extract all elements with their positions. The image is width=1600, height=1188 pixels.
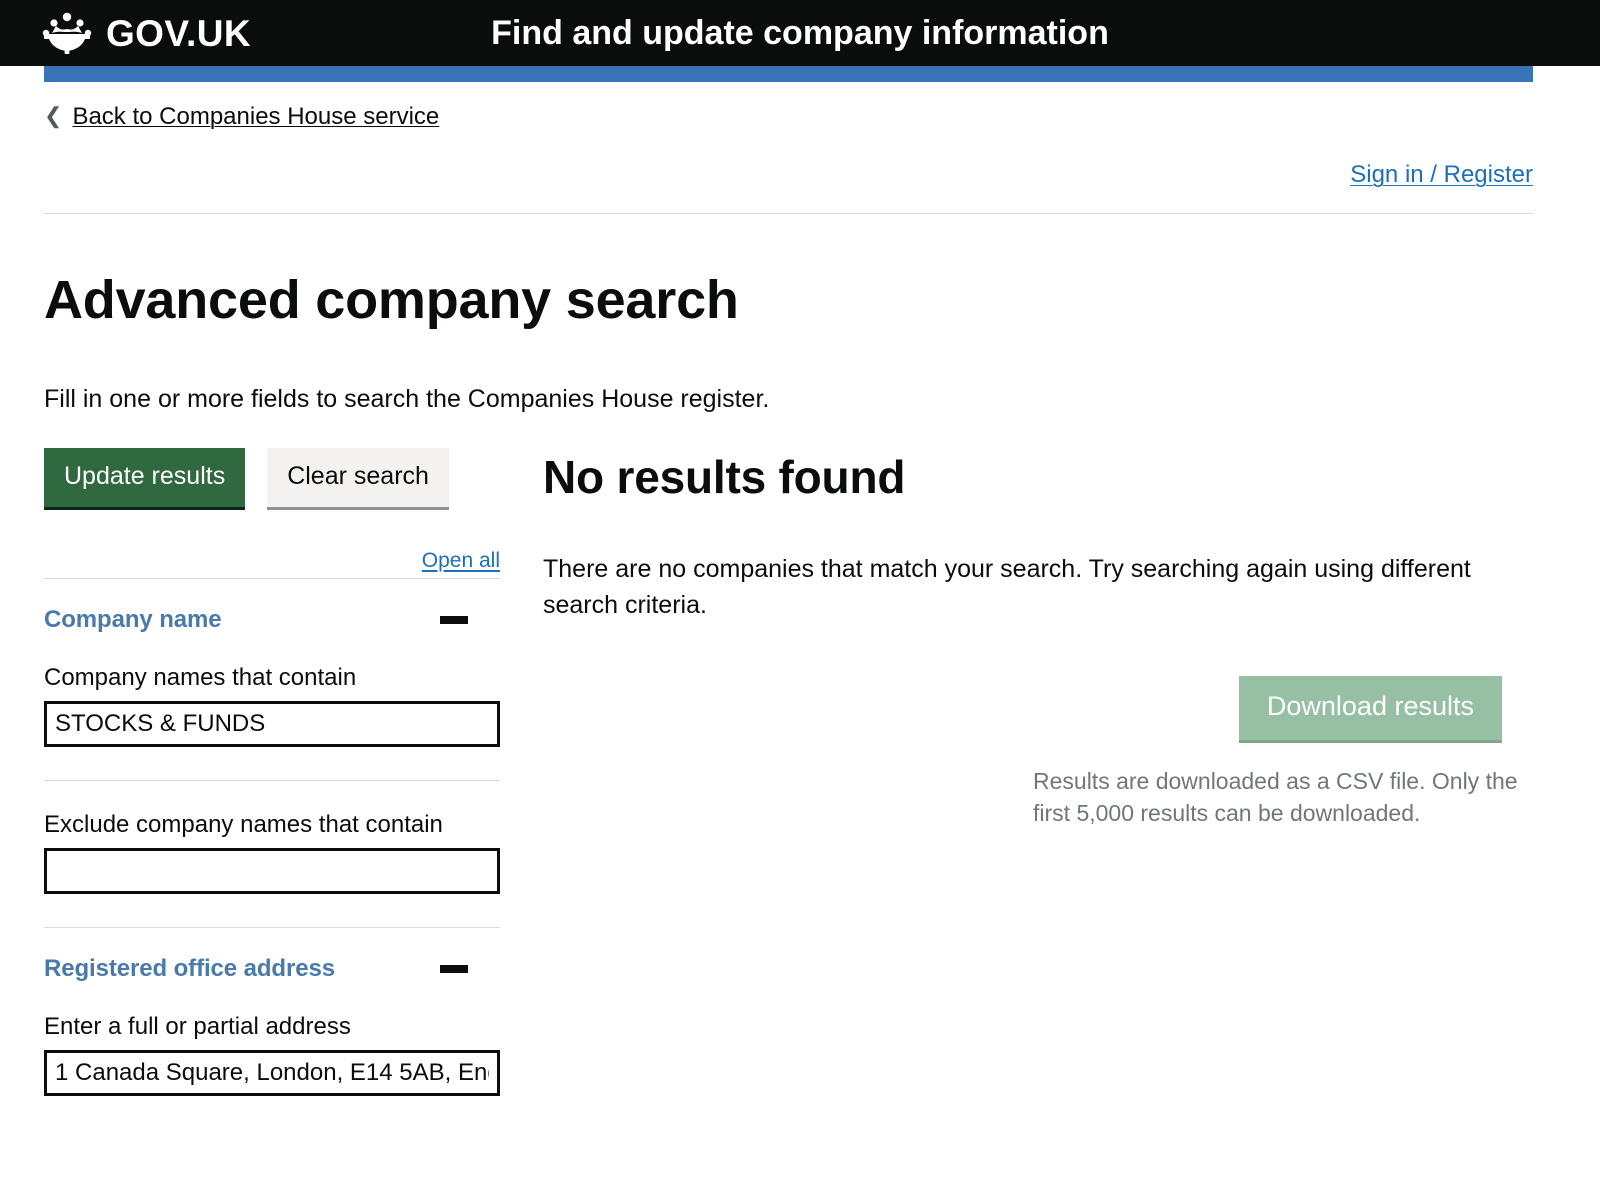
- accordion-title: Company name: [44, 606, 222, 634]
- back-to-service-label: Back to Companies House service: [72, 103, 440, 130]
- results-body-text: There are no companies that match your s…: [543, 555, 1471, 619]
- brand-band-row: [0, 66, 1600, 82]
- search-form-column: Update results Clear search Open all Com…: [44, 448, 500, 1097]
- registered-office-address-input[interactable]: [44, 1050, 500, 1097]
- open-all-row: Open all: [44, 549, 500, 573]
- clear-search-button[interactable]: Clear search: [267, 448, 449, 508]
- accordion-section-company-name: Company name Company names that contain …: [44, 579, 500, 895]
- minus-icon[interactable]: [440, 616, 468, 625]
- field-divider: [44, 780, 500, 782]
- form-button-row: Update results Clear search: [44, 448, 500, 508]
- accordion-title: Registered office address: [44, 955, 335, 983]
- exclude-company-names-input[interactable]: [44, 848, 500, 895]
- download-button-row: Download results: [543, 676, 1533, 741]
- service-name-text: Find and update company information: [491, 14, 1109, 52]
- govuk-home-link[interactable]: GOV.UK: [36, 11, 251, 55]
- back-to-service-link[interactable]: ❮ Back to Companies House service: [44, 103, 439, 131]
- crown-icon: [36, 11, 98, 55]
- chevron-left-icon: ❮: [44, 103, 63, 128]
- field-company-names-contain: Company names that contain: [44, 664, 500, 748]
- sign-in-register-link[interactable]: Sign in / Register: [1350, 161, 1533, 189]
- minus-icon[interactable]: [440, 965, 468, 974]
- download-results-button[interactable]: Download results: [1238, 676, 1502, 741]
- results-column: No results found There are no companies …: [500, 448, 1533, 1096]
- brand-blue-band: [44, 66, 1533, 82]
- accordion-header-registered-office-address[interactable]: Registered office address: [44, 928, 500, 983]
- update-results-button[interactable]: Update results: [44, 448, 246, 508]
- company-names-contain-input[interactable]: [44, 701, 500, 748]
- field-label: Company names that contain: [44, 664, 357, 692]
- header-divider: [44, 213, 1533, 214]
- page-title: Advanced company search: [44, 270, 739, 330]
- page-lede: Fill in one or more fields to search the…: [44, 385, 770, 414]
- field-registered-office-address: Enter a full or partial address: [44, 1013, 500, 1097]
- search-layout: Update results Clear search Open all Com…: [44, 448, 1533, 1097]
- accordion-section-registered-office-address: Registered office address Enter a full o…: [44, 928, 500, 1097]
- govuk-logo-text: GOV.UK: [106, 12, 251, 54]
- accordion-header-company-name[interactable]: Company name: [44, 579, 500, 634]
- results-heading: No results found: [543, 451, 906, 504]
- open-all-link[interactable]: Open all: [422, 549, 500, 573]
- govuk-header: GOV.UK Find and update company informati…: [0, 0, 1600, 66]
- field-label: Exclude company names that contain: [44, 811, 443, 839]
- page-container: ❮ Back to Companies House service Sign i…: [0, 82, 1600, 1097]
- field-exclude-company-names: Exclude company names that contain: [44, 811, 500, 895]
- field-label: Enter a full or partial address: [44, 1013, 351, 1041]
- back-link-row: ❮ Back to Companies House service: [44, 82, 1533, 131]
- download-hint-text: Results are downloaded as a CSV file. On…: [1033, 768, 1518, 826]
- sign-in-row: Sign in / Register: [44, 131, 1533, 189]
